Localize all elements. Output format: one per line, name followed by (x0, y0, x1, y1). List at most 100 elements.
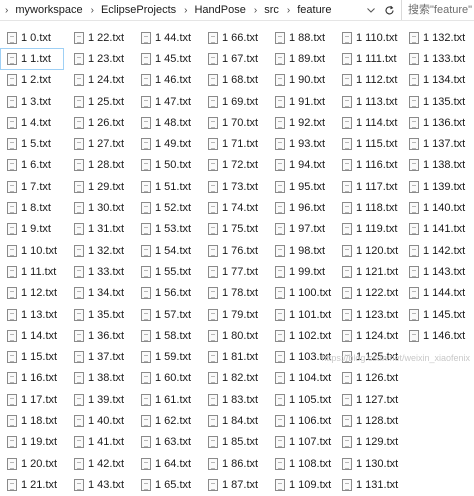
file-item[interactable]: 1 146.txt (402, 325, 466, 346)
file-item[interactable]: 1 121.txt (335, 261, 399, 282)
file-item[interactable]: 1 32.txt (67, 240, 131, 261)
file-item[interactable]: 1 45.txt (134, 48, 198, 69)
file-item[interactable]: 1 95.txt (268, 176, 332, 197)
file-item[interactable]: 1 14.txt (0, 325, 64, 346)
file-item[interactable]: 1 136.txt (402, 112, 466, 133)
file-item[interactable]: 1 83.txt (201, 389, 265, 410)
file-item[interactable]: 1 50.txt (134, 155, 198, 176)
file-item[interactable]: 1 144.txt (402, 283, 466, 304)
file-item[interactable]: 1 116.txt (335, 155, 399, 176)
chevron-right-icon[interactable]: › (2, 5, 15, 16)
file-item[interactable]: 1 114.txt (335, 112, 399, 133)
file-item[interactable]: 1 100.txt (268, 283, 332, 304)
file-item[interactable]: 1 28.txt (67, 155, 131, 176)
file-item[interactable]: 1 42.txt (67, 453, 131, 474)
file-item[interactable]: 1 22.txt (67, 27, 131, 48)
file-item[interactable]: 1 91.txt (268, 91, 332, 112)
file-item[interactable]: 1 75.txt (201, 219, 265, 240)
file-item[interactable]: 1 29.txt (67, 176, 131, 197)
file-item[interactable]: 1 24.txt (67, 70, 131, 91)
file-item[interactable]: 1 0.txt (0, 27, 64, 48)
file-item[interactable]: 1 49.txt (134, 133, 198, 154)
file-item[interactable]: 1 46.txt (134, 70, 198, 91)
file-item[interactable]: 1 107.txt (268, 432, 332, 453)
file-item[interactable]: 1 131.txt (335, 474, 399, 495)
file-item[interactable]: 1 141.txt (402, 219, 466, 240)
file-item[interactable]: 1 87.txt (201, 474, 265, 495)
file-item[interactable]: 1 31.txt (67, 219, 131, 240)
file-item[interactable]: 1 99.txt (268, 261, 332, 282)
file-item[interactable]: 1 130.txt (335, 453, 399, 474)
file-item[interactable]: 1 33.txt (67, 261, 131, 282)
file-item[interactable]: 1 111.txt (335, 48, 399, 69)
file-item[interactable]: 1 145.txt (402, 304, 466, 325)
file-item[interactable]: 1 76.txt (201, 240, 265, 261)
file-item[interactable]: 1 137.txt (402, 133, 466, 154)
file-item[interactable]: 1 61.txt (134, 389, 198, 410)
chevron-down-icon[interactable] (363, 0, 378, 20)
breadcrumb-item-feature[interactable]: feature (297, 4, 331, 16)
file-item[interactable]: 1 109.txt (268, 474, 332, 495)
file-item[interactable]: 1 18.txt (0, 410, 64, 431)
file-item[interactable]: 1 123.txt (335, 304, 399, 325)
file-item[interactable]: 1 63.txt (134, 432, 198, 453)
file-item[interactable]: 1 84.txt (201, 410, 265, 431)
file-item[interactable]: 1 126.txt (335, 368, 399, 389)
file-item[interactable]: 1 53.txt (134, 219, 198, 240)
file-item[interactable]: 1 11.txt (0, 261, 64, 282)
file-item[interactable]: 1 34.txt (67, 283, 131, 304)
file-item[interactable]: 1 102.txt (268, 325, 332, 346)
file-item[interactable]: 1 97.txt (268, 219, 332, 240)
file-item[interactable]: 1 17.txt (0, 389, 64, 410)
file-item[interactable]: 1 89.txt (268, 48, 332, 69)
file-item[interactable]: 1 118.txt (335, 197, 399, 218)
file-item[interactable]: 1 88.txt (268, 27, 332, 48)
file-item[interactable]: 1 124.txt (335, 325, 399, 346)
file-item[interactable]: 1 78.txt (201, 283, 265, 304)
file-item[interactable]: 1 72.txt (201, 155, 265, 176)
file-item[interactable]: 1 128.txt (335, 410, 399, 431)
file-item[interactable]: 1 112.txt (335, 70, 399, 91)
file-item[interactable]: 1 92.txt (268, 112, 332, 133)
file-item[interactable]: 1 26.txt (67, 112, 131, 133)
file-item[interactable]: 1 55.txt (134, 261, 198, 282)
search-input[interactable] (402, 0, 474, 20)
file-item[interactable]: 1 101.txt (268, 304, 332, 325)
search-box[interactable] (401, 0, 474, 20)
file-item[interactable]: 1 23.txt (67, 48, 131, 69)
file-item[interactable]: 1 68.txt (201, 70, 265, 91)
file-item[interactable]: 1 142.txt (402, 240, 466, 261)
file-item[interactable]: 1 133.txt (402, 48, 466, 69)
file-item[interactable]: 1 2.txt (0, 70, 64, 91)
chevron-right-icon[interactable]: › (83, 5, 101, 16)
file-item[interactable]: 1 96.txt (268, 197, 332, 218)
file-item[interactable]: 1 16.txt (0, 368, 64, 389)
file-item[interactable]: 1 9.txt (0, 219, 64, 240)
file-item[interactable]: 1 54.txt (134, 240, 198, 261)
file-item[interactable]: 1 25.txt (67, 91, 131, 112)
file-item[interactable]: 1 108.txt (268, 453, 332, 474)
file-item[interactable]: 1 115.txt (335, 133, 399, 154)
file-item[interactable]: 1 93.txt (268, 133, 332, 154)
file-item[interactable]: 1 30.txt (67, 197, 131, 218)
file-item[interactable]: 1 117.txt (335, 176, 399, 197)
file-item[interactable]: 1 94.txt (268, 155, 332, 176)
file-item[interactable]: 1 140.txt (402, 197, 466, 218)
file-item[interactable]: 1 40.txt (67, 410, 131, 431)
file-item[interactable]: 1 66.txt (201, 27, 265, 48)
file-item[interactable]: 1 5.txt (0, 133, 64, 154)
file-item[interactable]: 1 74.txt (201, 197, 265, 218)
file-item[interactable]: 1 51.txt (134, 176, 198, 197)
file-item[interactable]: 1 122.txt (335, 283, 399, 304)
file-item[interactable]: 1 139.txt (402, 176, 466, 197)
file-item[interactable]: 1 62.txt (134, 410, 198, 431)
chevron-right-icon[interactable]: › (246, 5, 264, 16)
file-item[interactable]: 1 52.txt (134, 197, 198, 218)
file-item[interactable]: 1 6.txt (0, 155, 64, 176)
breadcrumb-item-handpose[interactable]: HandPose (194, 4, 245, 16)
file-item[interactable]: 1 134.txt (402, 70, 466, 91)
file-item[interactable]: 1 58.txt (134, 325, 198, 346)
file-item[interactable]: 1 104.txt (268, 368, 332, 389)
file-item[interactable]: 1 77.txt (201, 261, 265, 282)
file-item[interactable]: 1 1.txt (0, 48, 64, 70)
